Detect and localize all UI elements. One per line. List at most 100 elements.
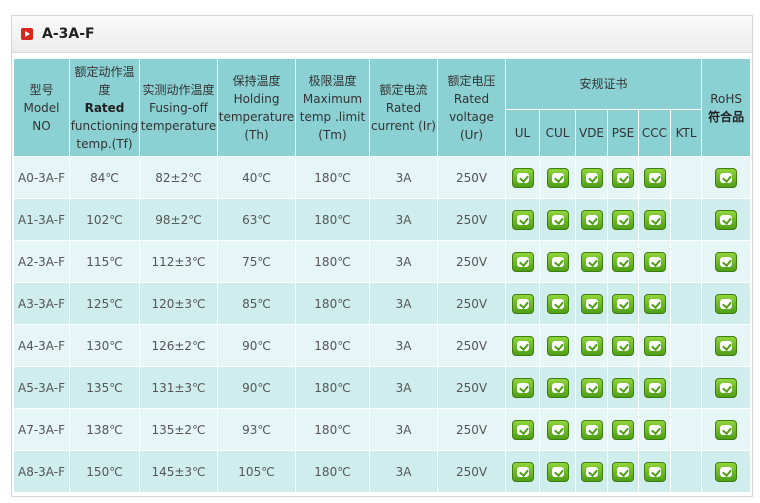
header-holding-temp: 保持温度 Holding temperature (Th) bbox=[217, 58, 296, 157]
check-icon bbox=[715, 251, 738, 272]
fusing-temp-cell: 120±3℃ bbox=[139, 282, 218, 325]
rohs-cell bbox=[701, 240, 752, 283]
cert-cell-ktl bbox=[669, 282, 703, 325]
rated-current-cell: 3A bbox=[369, 450, 438, 493]
rated-temp-cell: 150℃ bbox=[69, 450, 140, 493]
cert-cell-ccc bbox=[638, 324, 671, 367]
header-rated-current-zh: 额定电流 bbox=[379, 82, 428, 97]
check-icon bbox=[643, 377, 666, 398]
check-icon bbox=[511, 293, 534, 314]
cert-cell-ul bbox=[505, 366, 540, 409]
check-icon bbox=[511, 251, 534, 272]
header-holding-temp-zh: 保持温度 bbox=[232, 73, 281, 88]
max-temp-cell: 180℃ bbox=[295, 324, 370, 367]
header-cert-ccc: CCC bbox=[638, 109, 671, 157]
rated-temp-cell: 135℃ bbox=[69, 366, 140, 409]
cert-cell-ktl bbox=[669, 240, 703, 283]
fusing-temp-cell: 98±2℃ bbox=[139, 198, 218, 241]
max-temp-cell: 180℃ bbox=[295, 156, 370, 199]
max-temp-cell: 180℃ bbox=[295, 198, 370, 241]
model-cell: A3-3A-F bbox=[13, 282, 70, 325]
holding-temp-cell: 93℃ bbox=[217, 408, 296, 451]
cert-cell-ul bbox=[505, 156, 540, 199]
header-fusing-temp: 实测动作温度 Fusing-off temperature bbox=[139, 58, 218, 157]
check-icon bbox=[546, 461, 569, 482]
cert-cell-cul bbox=[539, 240, 576, 283]
check-icon bbox=[580, 293, 603, 314]
table-row: A3-3A-F 125℃ 120±3℃ 85℃ 180℃ 3A 250V bbox=[13, 282, 752, 325]
check-icon bbox=[580, 461, 603, 482]
header-cert-vde: VDE bbox=[575, 109, 608, 157]
rohs-cell bbox=[701, 282, 752, 325]
cert-cell-ccc bbox=[638, 450, 671, 493]
cert-cell-pse bbox=[607, 324, 639, 367]
cert-cell-cul bbox=[539, 282, 576, 325]
fusing-temp-cell: 135±2℃ bbox=[139, 408, 218, 451]
rated-current-cell: 3A bbox=[369, 156, 438, 199]
model-cell: A5-3A-F bbox=[13, 366, 70, 409]
cert-cell-vde bbox=[575, 156, 608, 199]
header-rated-voltage-zh: 额定电压 bbox=[447, 73, 496, 88]
check-icon bbox=[612, 419, 634, 440]
fusing-temp-cell: 112±3℃ bbox=[139, 240, 218, 283]
check-icon bbox=[546, 335, 569, 356]
rated-current-cell: 3A bbox=[369, 324, 438, 367]
check-icon bbox=[511, 377, 534, 398]
check-icon bbox=[612, 293, 634, 314]
rated-current-cell: 3A bbox=[369, 408, 438, 451]
check-icon bbox=[546, 209, 569, 230]
check-icon bbox=[612, 209, 634, 230]
rated-temp-cell: 115℃ bbox=[69, 240, 140, 283]
check-icon bbox=[612, 335, 634, 356]
rated-voltage-cell: 250V bbox=[437, 156, 506, 199]
rated-temp-cell: 84℃ bbox=[69, 156, 140, 199]
header-max-temp-en: Maximum temp .limit (Tm) bbox=[299, 91, 366, 142]
check-icon bbox=[580, 209, 603, 230]
header-rated-temp-en: functioning temp.(Tf) bbox=[70, 118, 139, 151]
cert-cell-ktl bbox=[669, 324, 703, 367]
holding-temp-cell: 90℃ bbox=[217, 324, 296, 367]
check-icon bbox=[546, 419, 569, 440]
cert-cell-pse bbox=[607, 282, 639, 325]
rated-current-cell: 3A bbox=[369, 240, 438, 283]
cert-cell-ul bbox=[505, 240, 540, 283]
check-icon bbox=[612, 167, 634, 188]
check-icon bbox=[546, 377, 569, 398]
cert-cell-cul bbox=[539, 156, 576, 199]
check-icon bbox=[546, 167, 569, 188]
check-icon bbox=[715, 209, 738, 230]
check-icon bbox=[643, 251, 666, 272]
cert-cell-vde bbox=[575, 408, 608, 451]
rated-voltage-cell: 250V bbox=[437, 450, 506, 493]
cert-cell-vde bbox=[575, 366, 608, 409]
panel-title: A-3A-F bbox=[42, 26, 95, 42]
max-temp-cell: 180℃ bbox=[295, 408, 370, 451]
cert-cell-ul bbox=[505, 198, 540, 241]
header-fusing-temp-zh: 实测动作温度 bbox=[142, 82, 215, 97]
cert-cell-vde bbox=[575, 198, 608, 241]
check-icon bbox=[715, 293, 738, 314]
model-cell: A8-3A-F bbox=[13, 450, 70, 493]
check-icon bbox=[715, 167, 738, 188]
check-icon bbox=[643, 209, 666, 230]
rohs-cell bbox=[701, 324, 752, 367]
model-cell: A4-3A-F bbox=[13, 324, 70, 367]
table-row: A5-3A-F 135℃ 131±3℃ 90℃ 180℃ 3A 250V bbox=[13, 366, 752, 409]
cert-cell-ktl bbox=[669, 408, 703, 451]
rated-voltage-cell: 250V bbox=[437, 324, 506, 367]
header-cert-ktl: KTL bbox=[669, 109, 703, 157]
header-model: 型号 Model NO bbox=[13, 58, 70, 157]
max-temp-cell: 180℃ bbox=[295, 240, 370, 283]
fusing-temp-cell: 82±2℃ bbox=[139, 156, 218, 199]
check-icon bbox=[511, 335, 534, 356]
check-icon bbox=[715, 335, 738, 356]
cert-cell-ktl bbox=[669, 366, 703, 409]
cert-cell-ccc bbox=[638, 240, 671, 283]
cert-cell-ul bbox=[505, 282, 540, 325]
table-row: A1-3A-F 102℃ 98±2℃ 63℃ 180℃ 3A 250V bbox=[13, 198, 752, 241]
check-icon bbox=[612, 461, 634, 482]
check-icon bbox=[643, 293, 666, 314]
max-temp-cell: 180℃ bbox=[295, 450, 370, 493]
play-icon bbox=[21, 28, 33, 40]
check-icon bbox=[580, 419, 603, 440]
